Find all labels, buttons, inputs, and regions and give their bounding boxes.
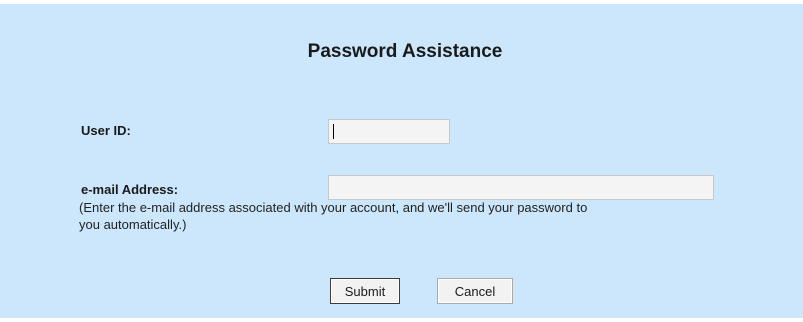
page-title: Password Assistance — [307, 41, 503, 62]
email-help-text: (Enter the e-mail address associated wit… — [79, 200, 588, 232]
email-input[interactable] — [328, 175, 714, 200]
text-cursor — [333, 124, 334, 139]
user-id-input[interactable] — [328, 119, 450, 144]
password-assistance-panel: Password Assistance User ID: e-mail Addr… — [0, 4, 803, 318]
cancel-button[interactable]: Cancel — [437, 278, 513, 304]
user-id-label: User ID: — [81, 123, 131, 138]
email-label: e-mail Address: — [81, 182, 179, 197]
submit-button[interactable]: Submit — [330, 278, 400, 304]
